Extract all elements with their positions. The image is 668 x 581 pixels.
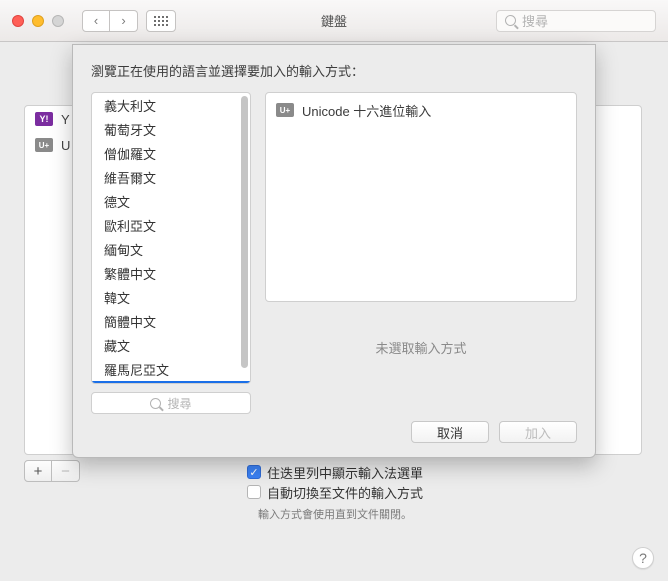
language-item[interactable]: 葡萄牙文 xyxy=(92,117,250,141)
filter-placeholder: 搜尋 xyxy=(167,395,191,412)
nav-back-forward: ‹ › xyxy=(82,10,138,32)
titlebar: ‹ › 鍵盤 搜尋 xyxy=(0,0,668,42)
add-remove-buttons: + − xyxy=(24,460,80,482)
forward-button[interactable]: › xyxy=(110,10,138,32)
search-icon xyxy=(505,15,516,26)
language-item[interactable]: 繁體中文 xyxy=(92,261,250,285)
language-item[interactable]: 韓文 xyxy=(92,285,250,309)
source-label: U xyxy=(61,138,70,153)
filter-input[interactable]: 搜尋 xyxy=(91,392,251,414)
method-badge-icon: U+ xyxy=(276,103,294,117)
add-source-button[interactable]: + xyxy=(24,460,52,482)
language-item[interactable]: 維吾爾文 xyxy=(92,165,250,189)
search-placeholder: 搜尋 xyxy=(522,11,548,30)
language-item[interactable]: 義大利文 xyxy=(92,93,250,117)
auto-switch-label: 自動切換至文件的輸入方式 xyxy=(267,483,423,502)
no-selection-label: 未選取輸入方式 xyxy=(265,310,577,384)
language-item[interactable]: 僧伽羅文 xyxy=(92,141,250,165)
back-button[interactable]: ‹ xyxy=(82,10,110,32)
language-item[interactable]: 簡體中文 xyxy=(92,309,250,333)
search-icon xyxy=(150,398,161,409)
minimize-window-icon[interactable] xyxy=(32,15,44,27)
traffic-lights xyxy=(12,15,64,27)
scrollbar[interactable] xyxy=(241,96,248,376)
grid-icon xyxy=(154,16,168,26)
all-prefs-button[interactable] xyxy=(146,10,176,32)
input-method-list[interactable]: U+ Unicode 十六進位輸入 xyxy=(265,92,577,302)
cancel-button[interactable]: 取消 xyxy=(411,421,489,443)
language-item[interactable]: 德文 xyxy=(92,189,250,213)
language-list[interactable]: 義大利文葡萄牙文僧伽羅文維吾爾文德文歐利亞文緬甸文繁體中文韓文簡體中文藏文羅馬尼… xyxy=(91,92,251,384)
options-area: ✓ 住迭里列中顯示輸入法選單 自動切換至文件的輸入方式 輸入方式會使用直到文件關… xyxy=(247,462,423,522)
add-input-source-sheet: 瀏覽正在使用的語言並選擇要加入的輸入方式： 義大利文葡萄牙文僧伽羅文維吾爾文德文… xyxy=(72,44,596,458)
list-item[interactable]: U+ Unicode 十六進位輸入 xyxy=(276,99,566,121)
sheet-prompt: 瀏覽正在使用的語言並選擇要加入的輸入方式： xyxy=(91,61,577,80)
language-item[interactable]: 藏文 xyxy=(92,333,250,357)
language-item[interactable]: 緬甸文 xyxy=(92,237,250,261)
show-in-menu-checkbox[interactable]: ✓ xyxy=(247,465,261,479)
language-item[interactable]: 羅馬尼亞文 xyxy=(92,357,250,381)
close-window-icon[interactable] xyxy=(12,15,24,27)
source-badge-icon: U+ xyxy=(35,138,53,152)
method-label: Unicode 十六進位輸入 xyxy=(302,101,431,120)
add-button: 加入 xyxy=(499,421,577,443)
hint-text: 輸入方式會使用直到文件關閉。 xyxy=(247,506,423,522)
source-badge-icon: Y! xyxy=(35,112,53,126)
help-button[interactable]: ? xyxy=(632,547,654,569)
zoom-window-icon xyxy=(52,15,64,27)
remove-source-button: − xyxy=(52,460,80,482)
show-in-menu-label: 住迭里列中顯示輸入法選單 xyxy=(267,463,423,482)
source-label: Y xyxy=(61,112,70,127)
search-input[interactable]: 搜尋 xyxy=(496,10,656,32)
auto-switch-checkbox[interactable] xyxy=(247,485,261,499)
language-item[interactable]: 其他 xyxy=(92,381,250,384)
language-item[interactable]: 歐利亞文 xyxy=(92,213,250,237)
